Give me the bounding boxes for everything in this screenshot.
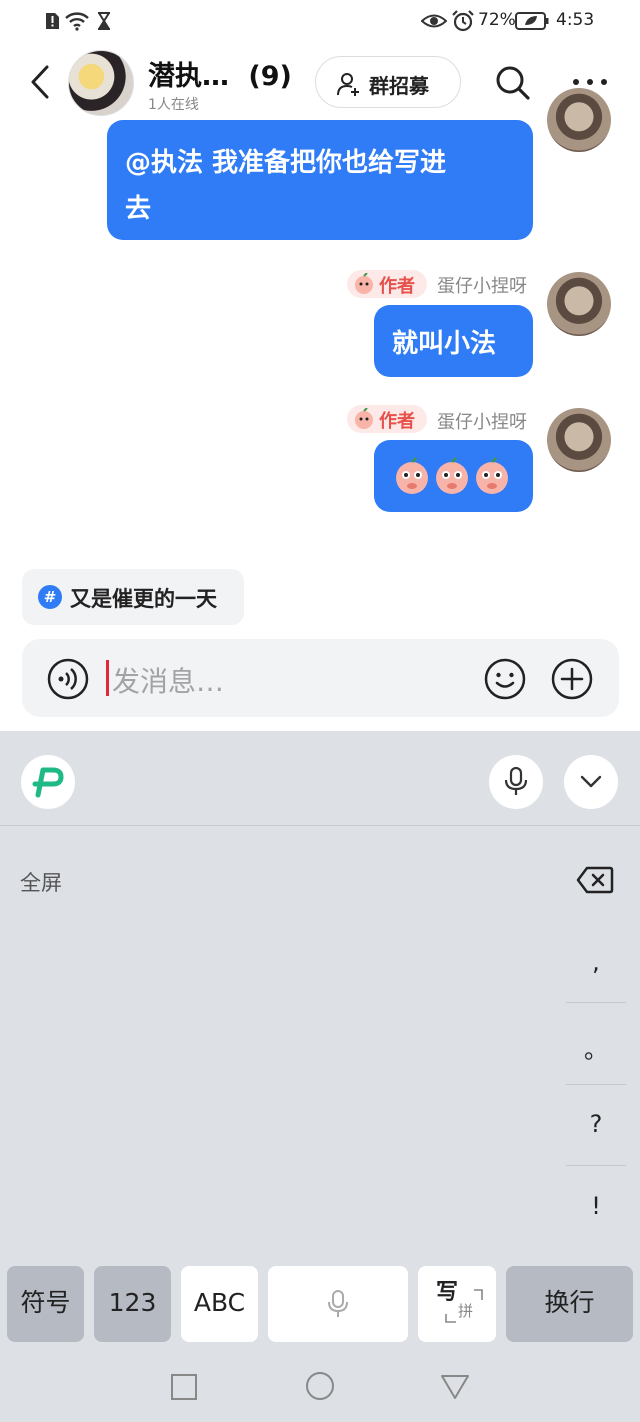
peach-icon <box>355 273 373 294</box>
ime-logo-icon <box>32 767 64 798</box>
user-avatar[interactable] <box>547 272 611 336</box>
key-numbers[interactable]: 123 <box>94 1266 171 1342</box>
punct-key-period[interactable]: 。 <box>564 1030 628 1065</box>
message-text: 就叫小法 <box>392 329 497 359</box>
key-handwriting-pinyin[interactable]: 写 拼 <box>418 1266 496 1342</box>
search-icon[interactable] <box>493 63 533 103</box>
sim-alert-icon <box>46 13 59 29</box>
sticker-message-bubble[interactable] <box>374 440 533 512</box>
chevron-down-icon <box>580 775 602 788</box>
recruit-label: 群招募 <box>369 74 429 98</box>
punct-divider <box>566 1165 626 1166</box>
user-avatar[interactable] <box>547 408 611 472</box>
back-triangle-icon[interactable] <box>440 1373 470 1401</box>
message-text: @执法 我准备把你也给写进 去 <box>125 148 447 224</box>
topic-chip[interactable]: # 又是催更的一天 <box>22 569 244 625</box>
key-symbols[interactable]: 符号 <box>7 1266 84 1342</box>
user-avatar[interactable] <box>547 88 611 152</box>
ime-logo-button[interactable] <box>21 755 75 809</box>
key-enter[interactable]: 换行 <box>506 1266 633 1342</box>
member-count: (9) <box>248 61 292 92</box>
group-title[interactable]: 潜执… (9) <box>148 54 292 93</box>
back-arrow-icon[interactable] <box>28 64 52 100</box>
alarm-icon <box>452 10 474 32</box>
wifi-icon <box>65 12 89 31</box>
peach-icon <box>355 408 373 429</box>
voice-input-icon[interactable] <box>46 657 90 701</box>
microphone-icon <box>504 767 528 795</box>
recents-square-icon[interactable] <box>170 1373 198 1401</box>
peach-sticker-icon <box>396 457 508 494</box>
key-space[interactable] <box>268 1266 408 1342</box>
space-microphone-icon <box>328 1290 348 1317</box>
punct-divider <box>566 1084 626 1085</box>
hashtag-icon: # <box>38 585 62 609</box>
topic-label: 又是催更的一天 <box>70 587 217 611</box>
group-recruit-button[interactable]: 群招募 <box>315 56 461 108</box>
clock: 4:53 <box>556 10 595 30</box>
keyboard-divider <box>0 825 640 826</box>
punct-key-question[interactable]: ? <box>564 1110 628 1138</box>
message-input[interactable]: 发消息… <box>112 660 224 700</box>
battery-percent: 72% <box>478 10 516 30</box>
author-badge: 作者 <box>347 270 427 298</box>
key-abc[interactable]: ABC <box>181 1266 258 1342</box>
keyboard-voice-button[interactable] <box>489 755 543 809</box>
punct-key-comma[interactable]: , <box>564 948 628 976</box>
group-avatar[interactable] <box>68 50 134 116</box>
message-bubble[interactable]: 就叫小法 <box>374 305 533 377</box>
switch-mode-icon <box>445 1289 483 1323</box>
author-badge: 作者 <box>347 405 427 433</box>
online-status: 1人在线 <box>148 97 199 113</box>
add-attachment-icon[interactable] <box>550 657 594 701</box>
punct-key-exclamation[interactable]: ! <box>564 1192 628 1220</box>
fullscreen-toggle[interactable]: 全屏 <box>20 867 62 897</box>
more-options-icon[interactable] <box>570 76 610 88</box>
add-person-icon <box>337 73 359 96</box>
eye-icon <box>421 14 447 28</box>
battery-icon <box>515 12 549 30</box>
emoji-icon[interactable] <box>483 657 527 701</box>
sender-name: 蛋仔小捏呀 <box>437 276 527 297</box>
punct-divider <box>566 1002 626 1003</box>
home-circle-icon[interactable] <box>305 1371 335 1401</box>
sender-name: 蛋仔小捏呀 <box>437 412 527 433</box>
hide-keyboard-button[interactable] <box>564 755 618 809</box>
hourglass-icon <box>98 12 110 30</box>
message-bubble[interactable]: @执法 我准备把你也给写进 去 <box>107 120 533 240</box>
text-cursor <box>106 660 109 696</box>
backspace-icon[interactable] <box>576 866 614 894</box>
status-bar: 72% 4:53 <box>0 0 640 44</box>
group-name: 潜执… <box>148 61 229 92</box>
